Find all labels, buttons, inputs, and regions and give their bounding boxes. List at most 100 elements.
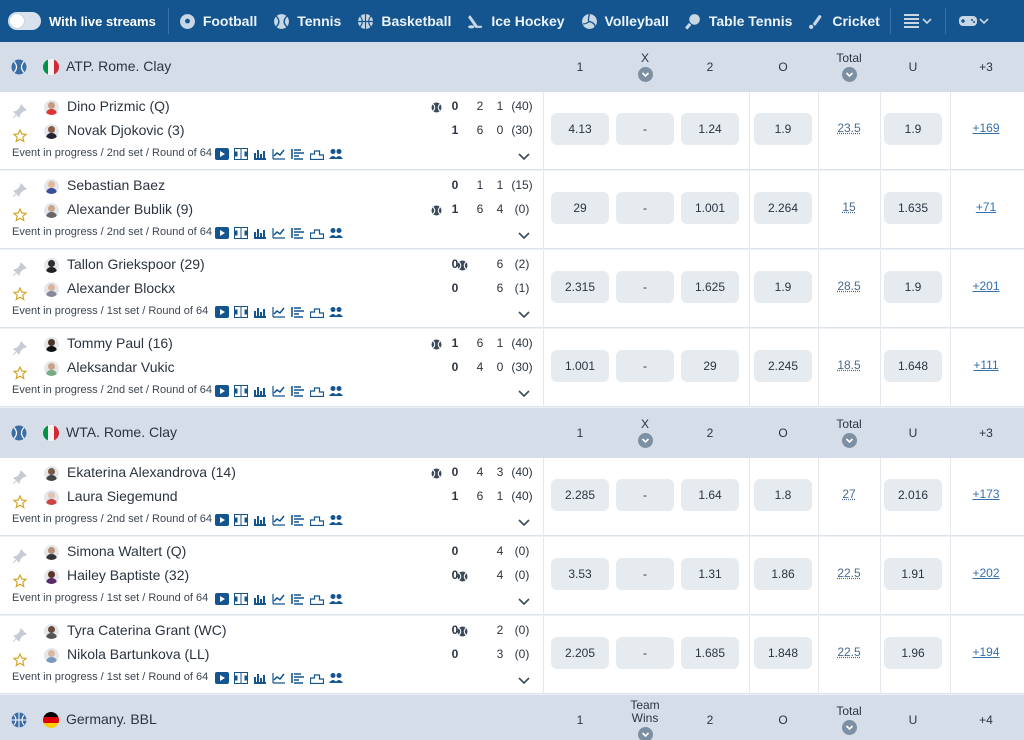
player-2-name[interactable]: Nikola Bartunkova (LL) [67,646,209,662]
odd-under-button[interactable]: 1.91 [884,558,942,590]
statistics-icon[interactable] [253,514,267,526]
league-title[interactable]: WTA. Rome. Clay [66,424,177,440]
player-1-name[interactable]: Sebastian Baez [67,177,165,193]
live-stream-icon[interactable] [215,593,229,605]
trend-chart-icon[interactable] [272,385,286,397]
nav-item-volleyball[interactable]: Volleyball [573,0,677,42]
favorite-star-icon[interactable] [13,574,27,588]
live-stream-icon[interactable] [215,306,229,318]
match-row[interactable]: Sebastian Baez Alexander Bublik (9) 0 1 1 (15… [0,171,1024,249]
player-2-name[interactable]: Alexander Bublik (9) [67,201,193,217]
head-to-head-icon[interactable] [329,672,343,684]
lineups-icon[interactable] [291,514,305,526]
more-markets-link[interactable]: +71 [966,200,1006,214]
odd-1-button[interactable]: 4.13 [551,113,609,145]
statistics-icon[interactable] [253,672,267,684]
player-1-name[interactable]: Simona Waltert (Q) [67,543,186,559]
field-tracker-icon[interactable] [234,148,248,160]
league-header[interactable]: ATP. Rome. Clay 1 X 2 O Total U +3 [0,42,1024,92]
match-row[interactable]: Tyra Caterina Grant (WC) Nikola Bartunkov… [0,616,1024,694]
col-head-total[interactable]: Total [824,42,874,92]
chevron-down-icon[interactable] [518,595,530,605]
total-line-value[interactable]: 22.5 [829,645,869,659]
odd-x-button[interactable]: - [616,271,674,303]
odd-over-button[interactable]: 1.8 [754,479,812,511]
odd-under-button[interactable]: 1.96 [884,637,942,669]
league-header[interactable]: Germany. BBL 1 Team Wins 2 O Total U +4 [0,695,1024,740]
odd-2-button[interactable]: 29 [681,350,739,382]
live-stream-icon[interactable] [215,514,229,526]
live-streams-toggle[interactable] [8,12,41,30]
odd-under-button[interactable]: 1.9 [884,271,942,303]
col-head-total[interactable]: Total [824,695,874,740]
more-markets-link[interactable]: +169 [966,121,1006,135]
total-line-value[interactable]: 22.5 [829,566,869,580]
favorite-star-icon[interactable] [13,287,27,301]
nav-item-football[interactable]: Football [171,0,265,42]
league-header[interactable]: WTA. Rome. Clay 1 X 2 O Total U +3 [0,408,1024,458]
nav-item-ice-hockey[interactable]: Ice Hockey [459,0,572,42]
field-tracker-icon[interactable] [234,593,248,605]
head-to-head-icon[interactable] [329,514,343,526]
field-tracker-icon[interactable] [234,514,248,526]
head-to-head-icon[interactable] [329,227,343,239]
odd-over-button[interactable]: 1.86 [754,558,812,590]
statistics-icon[interactable] [253,306,267,318]
odd-2-button[interactable]: 1.001 [681,192,739,224]
odd-x-button[interactable]: - [616,113,674,145]
col-head-x[interactable]: Team Wins [615,695,675,740]
player-1-name[interactable]: Ekaterina Alexandrova (14) [67,464,236,480]
more-markets-link[interactable]: +201 [966,279,1006,293]
statistics-icon[interactable] [253,385,267,397]
odd-1-button[interactable]: 2.285 [551,479,609,511]
live-stream-icon[interactable] [215,385,229,397]
head-to-head-icon[interactable] [329,593,343,605]
podium-icon[interactable] [310,385,324,397]
odd-under-button[interactable]: 1.9 [884,113,942,145]
favorite-star-icon[interactable] [13,653,27,667]
match-row[interactable]: Ekaterina Alexandrova (14) Laura Siegemun… [0,458,1024,536]
head-to-head-icon[interactable] [329,148,343,160]
total-line-value[interactable]: 15 [829,200,869,214]
pin-icon[interactable] [13,341,27,355]
pin-icon[interactable] [13,549,27,563]
podium-icon[interactable] [310,227,324,239]
chevron-down-icon[interactable] [518,308,530,318]
total-line-value[interactable]: 18.5 [829,358,869,372]
player-2-name[interactable]: Laura Siegemund [67,488,178,504]
player-2-name[interactable]: Aleksandar Vukic [67,359,175,375]
league-title[interactable]: Germany. BBL [66,711,157,727]
statistics-icon[interactable] [253,148,267,160]
pin-icon[interactable] [13,104,27,118]
player-2-name[interactable]: Alexander Blockx [67,280,175,296]
lineups-icon[interactable] [291,148,305,160]
lineups-icon[interactable] [291,385,305,397]
odd-1-button[interactable]: 3.53 [551,558,609,590]
more-sports-menu-button[interactable] [893,0,943,42]
esports-menu-button[interactable] [948,0,1000,42]
chevron-down-icon[interactable] [518,229,530,239]
field-tracker-icon[interactable] [234,672,248,684]
nav-item-basketball[interactable]: Basketball [349,0,459,42]
player-2-name[interactable]: Novak Djokovic (3) [67,122,184,138]
chevron-down-icon[interactable] [638,727,653,740]
pin-icon[interactable] [13,628,27,642]
field-tracker-icon[interactable] [234,306,248,318]
favorite-star-icon[interactable] [13,208,27,222]
trend-chart-icon[interactable] [272,672,286,684]
odd-2-button[interactable]: 1.685 [681,637,739,669]
match-row[interactable]: Dino Prizmic (Q) Novak Djokovic (3) 0 2 1 (40… [0,92,1024,170]
chevron-down-icon[interactable] [518,674,530,684]
odd-2-button[interactable]: 1.625 [681,271,739,303]
trend-chart-icon[interactable] [272,514,286,526]
more-markets-link[interactable]: +202 [966,566,1006,580]
trend-chart-icon[interactable] [272,227,286,239]
more-markets-link[interactable]: +111 [966,358,1006,372]
more-markets-link[interactable]: +173 [966,487,1006,501]
odd-1-button[interactable]: 29 [551,192,609,224]
trend-chart-icon[interactable] [272,306,286,318]
more-markets-link[interactable]: +194 [966,645,1006,659]
live-stream-icon[interactable] [215,672,229,684]
odd-under-button[interactable]: 1.635 [884,192,942,224]
match-row[interactable]: Simona Waltert (Q) Hailey Baptiste (32) 0 4… [0,537,1024,615]
